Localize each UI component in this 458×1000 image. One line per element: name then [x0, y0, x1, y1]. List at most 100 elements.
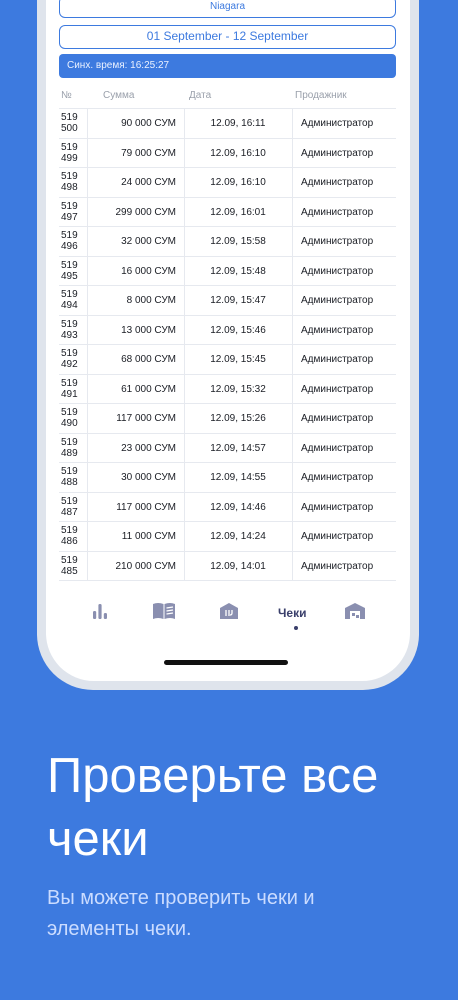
table-row[interactable]: 519 485 210 000 СУМ 12.09, 14:01 Администрат…: [59, 552, 396, 581]
table-row[interactable]: 519 487 117 000 СУМ 12.09, 14:46 Администрат…: [59, 493, 396, 522]
promo-headline-line-2: чеки: [47, 812, 149, 866]
table-row[interactable]: 519 499 79 000 СУМ 12.09, 16:10 Администрато…: [59, 139, 396, 168]
table-row[interactable]: 519 488 30 000 СУМ 12.09, 14:55 Администрато…: [59, 463, 396, 493]
column-header-num: №: [61, 90, 72, 101]
receipt-number: 519 490: [61, 407, 78, 429]
receipt-date: 12.09, 15:45: [210, 354, 266, 365]
receipt-date: 12.09, 14:46: [210, 501, 266, 513]
receipt-seller: Администратор: [301, 206, 374, 218]
table-row[interactable]: 519 498 24 000 СУМ 12.09, 16:10 Администрато…: [59, 168, 396, 198]
tab-receipts[interactable]: Чеки: [278, 604, 307, 630]
receipt-number: 519 493: [61, 318, 78, 341]
receipt-sum: 117 000 СУМ: [116, 413, 176, 424]
receipt-sum: 32 000 СУМ: [121, 236, 176, 247]
book-icon: [152, 602, 176, 620]
bar-chart-icon: [91, 602, 109, 620]
receipt-date: 12.09, 14:01: [210, 560, 266, 572]
tab-bar: Чеки: [46, 596, 410, 636]
receipt-sum: 299 000 СУМ: [115, 206, 177, 218]
promo-subtext-line-2: элементы чеки.: [47, 918, 192, 940]
receipt-number: 519 486: [61, 525, 78, 547]
receipt-sum: 8 000 СУМ: [126, 295, 176, 306]
receipt-sum: 23 000 СУМ: [121, 442, 176, 454]
receipt-date: 12.09, 14:57: [210, 442, 266, 454]
receipt-number: 519 489: [61, 436, 78, 459]
warehouse-icon: [344, 602, 366, 620]
receipt-date: 12.09, 15:26: [210, 413, 266, 424]
receipt-seller: Администратор: [301, 147, 374, 159]
active-tab-indicator: [294, 626, 298, 630]
receipt-seller: Администратор: [301, 236, 374, 247]
table-row[interactable]: 519 496 32 000 СУМ 12.09, 15:58 Администрато…: [59, 227, 396, 257]
tab-warehouse[interactable]: [344, 602, 366, 626]
receipt-date: 12.09, 16:01: [210, 206, 266, 218]
receipt-number: 519 497: [61, 200, 78, 223]
table-row[interactable]: 519 497 299 000 СУМ 12.09, 16:01 Администрат…: [59, 198, 396, 227]
receipt-date: 12.09, 15:58: [210, 236, 266, 247]
table-row[interactable]: 519 494 8 000 СУМ 12.09, 15:47 Администратор: [59, 286, 396, 316]
receipt-sum: 13 000 СУМ: [121, 324, 176, 336]
receipt-sum: 24 000 СУМ: [121, 177, 176, 188]
receipt-seller: Администратор: [301, 295, 374, 306]
receipt-number: 519 499: [61, 141, 78, 164]
receipt-number: 519 500: [61, 112, 78, 134]
receipt-sum: 16 000 СУМ: [121, 265, 176, 277]
receipts-table: 519 500 90 000 СУМ 12.09, 16:11 Администрато…: [59, 108, 396, 581]
receipt-seller: Администратор: [301, 118, 374, 129]
receipt-number: 519 487: [61, 495, 78, 518]
tab-stats[interactable]: [91, 602, 109, 626]
receipt-date: 12.09, 16:10: [210, 177, 266, 188]
store-selector-button[interactable]: Niagara: [59, 0, 396, 18]
receipt-date: 12.09, 15:47: [210, 295, 266, 306]
promo-subtext-line-1: Вы можете проверить чеки и: [47, 887, 315, 909]
receipt-sum: 90 000 СУМ: [121, 118, 176, 129]
receipt-sum: 11 000 СУМ: [121, 531, 176, 542]
receipt-sum: 79 000 СУМ: [121, 147, 176, 159]
receipt-seller: Администратор: [301, 324, 374, 336]
receipt-sum: 117 000 СУМ: [116, 501, 176, 513]
promo-headline: Проверьте все чеки: [47, 745, 447, 871]
tab-catalog[interactable]: [152, 602, 176, 626]
receipt-date: 12.09, 16:10: [210, 147, 266, 159]
receipt-sum: 210 000 СУМ: [115, 560, 177, 572]
receipt-sum: 61 000 СУМ: [121, 383, 176, 395]
receipt-sum: 30 000 СУМ: [121, 472, 176, 483]
table-row[interactable]: 519 489 23 000 СУМ 12.09, 14:57 Администрато…: [59, 434, 396, 463]
table-row[interactable]: 519 486 11 000 СУМ 12.09, 14:24 Администрато…: [59, 522, 396, 552]
store-icon: [219, 602, 239, 620]
receipt-number: 519 491: [61, 377, 78, 400]
receipt-date: 12.09, 15:48: [210, 265, 266, 277]
receipt-number: 519 494: [61, 289, 78, 311]
column-header-seller: Продажник: [295, 90, 347, 101]
receipt-seller: Администратор: [301, 531, 374, 542]
promo-subtext: Вы можете проверить чеки и элементы чеки…: [47, 883, 447, 945]
receipt-seller: Администратор: [301, 354, 374, 365]
date-range-button[interactable]: 01 September - 12 September: [59, 25, 396, 49]
table-row[interactable]: 519 500 90 000 СУМ 12.09, 16:11 Администрато…: [59, 109, 396, 139]
receipt-seller: Администратор: [301, 560, 374, 572]
receipt-date: 12.09, 16:11: [210, 118, 266, 129]
tab-store[interactable]: [219, 602, 239, 626]
table-row[interactable]: 519 495 16 000 СУМ 12.09, 15:48 Администрато…: [59, 257, 396, 286]
column-header-sum: Сумма: [103, 90, 135, 101]
promo-headline-line-1: Проверьте все: [47, 749, 379, 803]
table-row[interactable]: 519 490 117 000 СУМ 12.09, 15:26 Администрат…: [59, 404, 396, 434]
table-row[interactable]: 519 492 68 000 СУМ 12.09, 15:45 Администрато…: [59, 345, 396, 375]
receipt-seller: Администратор: [301, 265, 374, 277]
receipt-number: 519 488: [61, 466, 78, 488]
receipt-seller: Администратор: [301, 472, 374, 483]
receipt-seller: Администратор: [301, 177, 374, 188]
app-screen: Niagara 01 September - 12 September Синх…: [46, 0, 410, 681]
receipt-number: 519 492: [61, 348, 78, 370]
table-row[interactable]: 519 493 13 000 СУМ 12.09, 15:46 Администрато…: [59, 316, 396, 345]
receipt-seller: Администратор: [301, 383, 374, 395]
table-row[interactable]: 519 491 61 000 СУМ 12.09, 15:32 Администрато…: [59, 375, 396, 404]
receipt-seller: Администратор: [301, 501, 374, 513]
receipt-number: 519 496: [61, 230, 78, 252]
receipt-number: 519 498: [61, 171, 78, 193]
column-header-date: Дата: [189, 90, 212, 101]
receipt-date: 12.09, 14:55: [210, 472, 266, 483]
receipt-number: 519 485: [61, 554, 78, 577]
receipt-date: 12.09, 15:32: [210, 383, 266, 395]
phone-frame: Niagara 01 September - 12 September Синх…: [37, 0, 419, 690]
